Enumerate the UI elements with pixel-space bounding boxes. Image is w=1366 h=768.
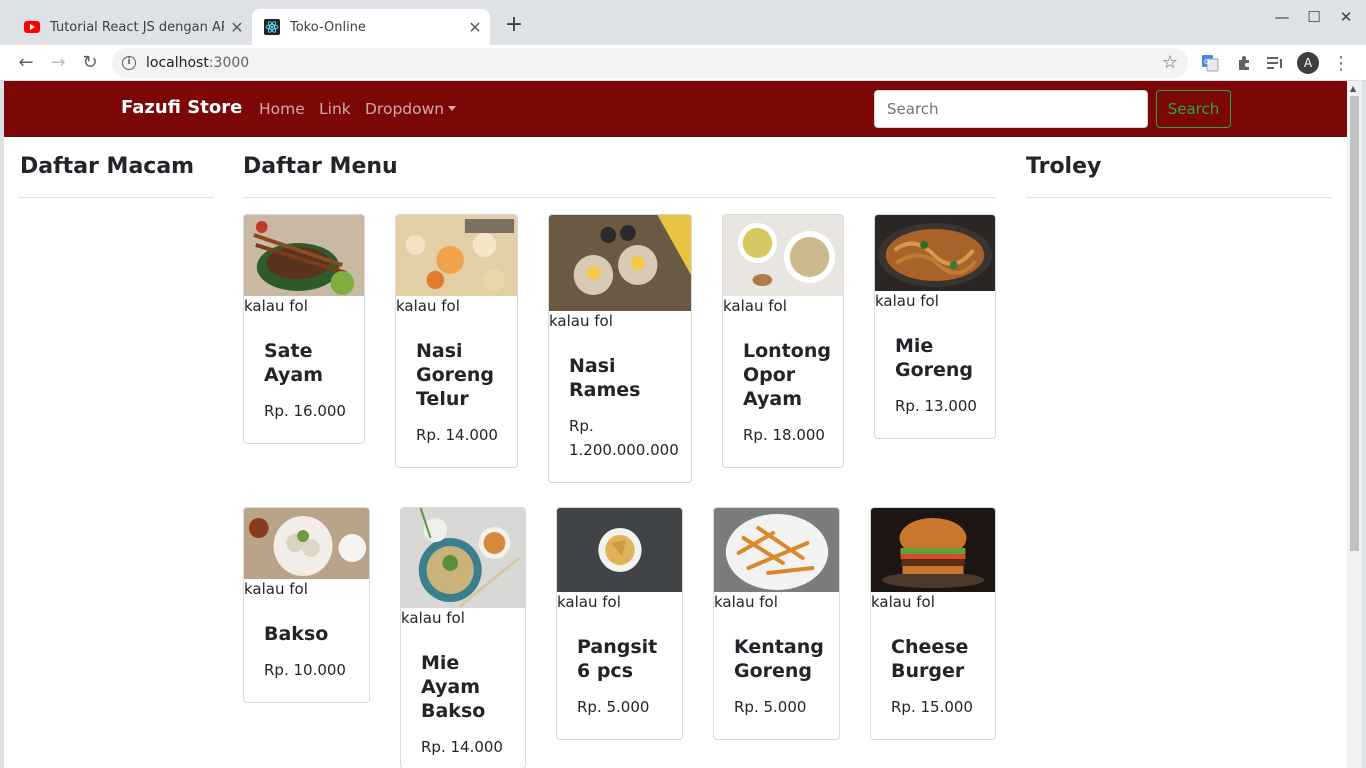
menu-item-name: Nasi Goreng Telur	[416, 340, 495, 410]
food-image	[557, 508, 682, 592]
extensions-icon[interactable]	[1232, 51, 1256, 75]
image-alt-text: kalau fol	[875, 292, 939, 310]
window-border	[1362, 81, 1366, 768]
food-image	[244, 508, 369, 579]
image-alt-text: kalau fol	[871, 593, 935, 611]
menu-item-price: Rp. 14.000	[421, 738, 503, 756]
menu-card-nasi-rames[interactable]: kalau fol Nasi Rames Rp. 1.200.000.000	[548, 214, 692, 483]
image-alt-text: kalau fol	[244, 297, 308, 315]
nav-link-home[interactable]: Home	[259, 100, 305, 118]
food-image	[244, 215, 364, 296]
divider	[18, 197, 214, 198]
info-icon[interactable]: i	[122, 56, 136, 70]
close-tab-icon[interactable]: ✕	[224, 18, 250, 37]
menu-item-price: Rp. 14.000	[416, 426, 498, 444]
menu-item-price: Rp. 1.200.000.000	[569, 417, 679, 459]
menu-item-price: Rp. 5.000	[577, 698, 650, 716]
browser-tab-toko-online[interactable]: Toko-Online ✕	[252, 9, 490, 45]
menu-item-name: Mie Ayam Bakso	[421, 652, 486, 722]
nav-dropdown[interactable]: Dropdown	[365, 100, 457, 118]
search-input[interactable]	[874, 90, 1148, 128]
menu-card-bakso[interactable]: kalau fol Bakso Rp. 10.000	[243, 507, 370, 703]
browser-tab-bar: Tutorial React JS dengan API ✕ Toko-Onli…	[0, 0, 1366, 45]
menu-card-mie-ayam-bakso[interactable]: kalau fol Mie Ayam Bakso Rp. 14.000	[400, 507, 526, 768]
menu-card-kentang-goreng[interactable]: kalau fol Kentang Goreng Rp. 5.000	[713, 507, 840, 740]
image-alt-text: kalau fol	[723, 297, 787, 315]
menu-item-price: Rp. 18.000	[743, 426, 825, 444]
translate-icon[interactable]: G	[1198, 51, 1222, 75]
divider	[1026, 197, 1332, 198]
tab-title: Tutorial React JS dengan API	[50, 19, 224, 35]
menu-list-title: Daftar Menu	[243, 154, 398, 179]
menu-card-cheese-burger[interactable]: kalau fol Cheese Burger Rp. 15.000	[870, 507, 996, 740]
image-alt-text: kalau fol	[401, 609, 465, 627]
menu-card-lontong-opor-ayam[interactable]: kalau fol Lontong Opor Ayam Rp. 18.000	[722, 214, 844, 468]
menu-item-name: Sate Ayam	[264, 340, 324, 386]
image-alt-text: kalau fol	[557, 593, 621, 611]
url-text: localhost:3000	[146, 55, 250, 71]
food-image	[714, 508, 839, 592]
youtube-icon	[24, 19, 40, 35]
close-window-icon[interactable]: ✕	[1330, 8, 1362, 26]
minimize-icon[interactable]: —	[1266, 8, 1298, 26]
menu-kebab-icon[interactable]: ⋮	[1329, 51, 1353, 75]
menu-item-name: Nasi Rames	[569, 355, 641, 401]
scroll-up-icon[interactable]: ▲	[1350, 84, 1356, 93]
caret-down-icon	[448, 106, 457, 111]
profile-avatar[interactable]: A	[1296, 51, 1320, 75]
menu-item-name: Cheese Burger	[891, 636, 969, 682]
nav-link-link[interactable]: Link	[319, 100, 351, 118]
menu-item-price: Rp. 13.000	[895, 397, 977, 415]
browser-tab-youtube[interactable]: Tutorial React JS dengan API ✕	[12, 9, 252, 45]
menu-item-price: Rp. 10.000	[264, 661, 346, 679]
search-button[interactable]: Search	[1156, 90, 1231, 128]
image-alt-text: kalau fol	[714, 593, 778, 611]
image-alt-text: kalau fol	[396, 297, 460, 315]
food-image	[549, 215, 691, 311]
scrollbar-thumb[interactable]	[1350, 96, 1359, 551]
tab-title: Toko-Online	[290, 19, 366, 35]
media-queue-icon[interactable]	[1263, 51, 1287, 75]
image-alt-text: kalau fol	[244, 580, 308, 598]
react-icon	[264, 19, 280, 35]
address-bar[interactable]: i localhost:3000 ☆	[112, 48, 1188, 78]
page-viewport: Fazufi Store Home Link Dropdown Search D…	[4, 81, 1347, 768]
menu-card-pangsit[interactable]: kalau fol Pangsit 6 pcs Rp. 5.000	[556, 507, 683, 740]
site-navbar: Fazufi Store Home Link Dropdown Search	[4, 81, 1347, 137]
menu-item-name: Pangsit 6 pcs	[577, 636, 658, 682]
food-image	[875, 215, 995, 291]
back-icon[interactable]: ←	[12, 49, 40, 77]
menu-item-price: Rp. 16.000	[264, 402, 346, 420]
menu-card-mie-goreng[interactable]: kalau fol Mie Goreng Rp. 13.000	[874, 214, 996, 439]
brand-logo[interactable]: Fazufi Store	[121, 97, 242, 118]
divider	[243, 197, 996, 198]
food-image	[396, 215, 517, 296]
bookmark-star-icon[interactable]: ☆	[1162, 52, 1178, 73]
menu-item-price: Rp. 15.000	[891, 698, 973, 716]
reload-icon[interactable]: ↻	[76, 49, 104, 77]
cart-title: Troley	[1026, 154, 1102, 179]
menu-item-name: Bakso	[264, 623, 329, 645]
menu-item-price: Rp. 5.000	[734, 698, 807, 716]
maximize-icon[interactable]: ☐	[1298, 8, 1330, 26]
browser-toolbar: ← → ↻ i localhost:3000 ☆ G A ⋮	[0, 45, 1366, 81]
category-list-title: Daftar Macam	[20, 154, 195, 179]
close-tab-icon[interactable]: ✕	[462, 18, 488, 37]
food-image	[401, 508, 525, 608]
menu-item-name: Kentang Goreng	[734, 636, 824, 682]
new-tab-button[interactable]: +	[500, 12, 528, 40]
food-image	[871, 508, 995, 592]
menu-item-name: Mie Goreng	[895, 335, 974, 381]
page-scrollbar[interactable]: ▲	[1347, 81, 1362, 768]
menu-card-nasi-goreng-telur[interactable]: kalau fol Nasi Goreng Telur Rp. 14.000	[395, 214, 518, 468]
svg-text:G: G	[1204, 58, 1209, 66]
menu-card-sate-ayam[interactable]: kalau fol Sate Ayam Rp. 16.000	[243, 214, 365, 444]
forward-icon[interactable]: →	[44, 49, 72, 77]
menu-item-name: Lontong Opor Ayam	[743, 340, 831, 410]
image-alt-text: kalau fol	[549, 312, 613, 330]
food-image	[723, 215, 843, 296]
